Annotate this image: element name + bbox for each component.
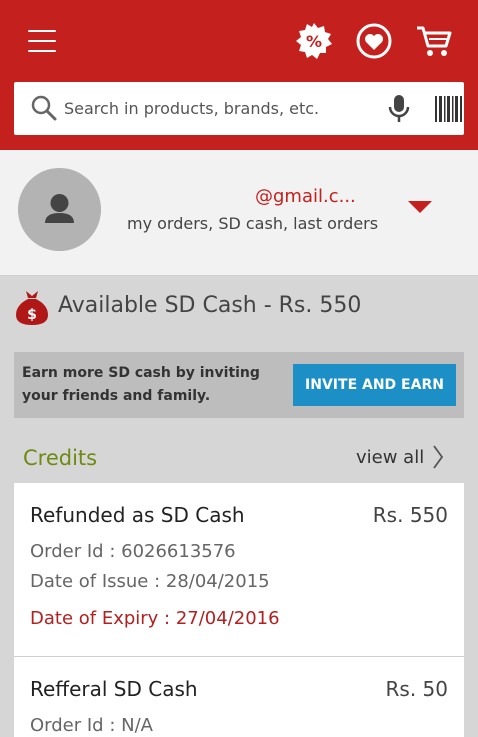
svg-text:$: $ bbox=[27, 307, 37, 323]
search-icon bbox=[31, 95, 57, 121]
sd-cash-title: Available SD Cash - Rs. 550 bbox=[58, 293, 362, 318]
invite-text: Earn more SD cash by inviting your frien… bbox=[22, 365, 260, 404]
credit-order-id: Order Id : N/A bbox=[30, 715, 153, 736]
main-content: $ Available SD Cash - Rs. 550 Earn more … bbox=[0, 277, 478, 737]
user-icon bbox=[18, 168, 101, 251]
profile-subtitle: my orders, SD cash, last orders bbox=[127, 214, 379, 233]
credit-order-id: Order Id : 6026613576 bbox=[30, 541, 236, 562]
invite-and-earn-button[interactable]: INVITE AND EARN bbox=[293, 364, 456, 406]
credit-item[interactable]: Refunded as SD Cash Rs. 550 Order Id : 6… bbox=[14, 483, 464, 657]
avatar bbox=[18, 168, 101, 251]
chevron-right-icon bbox=[433, 445, 444, 469]
chevron-down-icon[interactable] bbox=[408, 201, 432, 213]
credits-heading: Credits bbox=[23, 446, 98, 470]
credit-amount: Rs. 50 bbox=[385, 677, 448, 701]
barcode-icon[interactable] bbox=[434, 94, 464, 124]
credit-title: Refferal SD Cash bbox=[30, 677, 198, 701]
credit-expiry-date: Date of Expiry : 27/04/2016 bbox=[30, 608, 280, 629]
cart-icon[interactable] bbox=[415, 22, 453, 60]
offers-icon[interactable]: % bbox=[295, 22, 333, 60]
profile-email: @gmail.c... bbox=[255, 186, 356, 207]
search-bar bbox=[14, 82, 464, 135]
credit-issue-date: Date of Issue : 28/04/2015 bbox=[30, 571, 270, 592]
wishlist-icon[interactable] bbox=[355, 22, 393, 60]
search-input[interactable] bbox=[64, 82, 364, 135]
profile-section[interactable]: @gmail.c... my orders, SD cash, last ord… bbox=[0, 150, 478, 276]
invite-banner: Earn more SD cash by inviting your frien… bbox=[14, 352, 464, 418]
menu-icon[interactable] bbox=[28, 30, 56, 52]
credit-title: Refunded as SD Cash bbox=[30, 503, 245, 527]
mic-icon[interactable] bbox=[386, 94, 412, 124]
top-bar: % bbox=[0, 0, 478, 150]
credit-item[interactable]: Refferal SD Cash Rs. 50 Order Id : N/A bbox=[14, 657, 464, 737]
view-all-link[interactable]: view all bbox=[356, 442, 444, 472]
svg-text:%: % bbox=[306, 32, 322, 51]
view-all-label: view all bbox=[356, 446, 425, 468]
credit-amount: Rs. 550 bbox=[372, 503, 448, 527]
money-bag-icon: $ bbox=[16, 291, 48, 325]
